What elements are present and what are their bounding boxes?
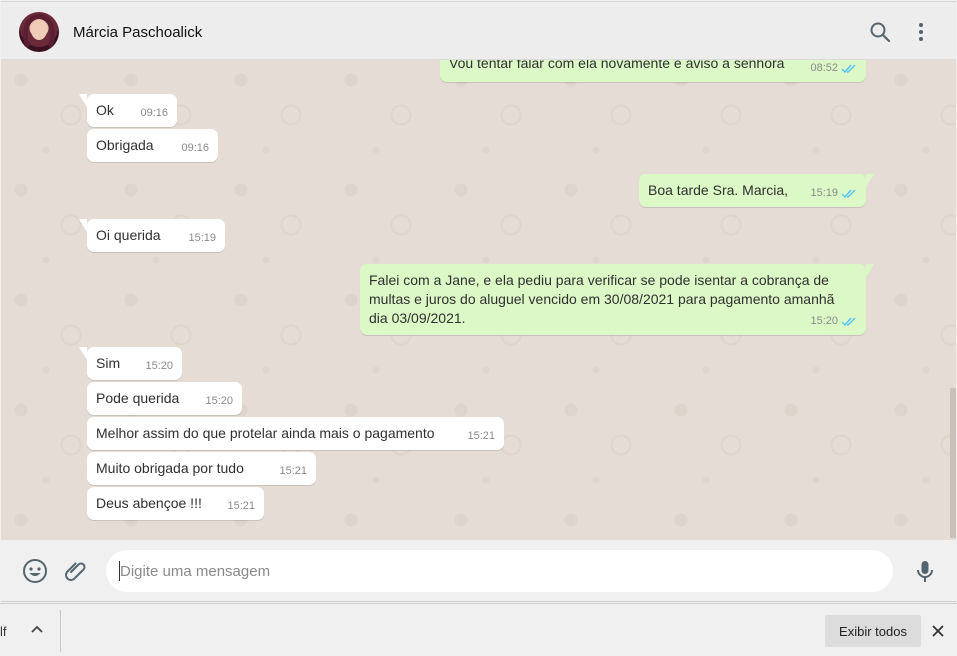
message-time: 15:20 <box>145 360 173 372</box>
double-check-read-icon <box>841 64 856 74</box>
message-incoming[interactable]: Obrigada 09:16 <box>87 129 218 162</box>
message-list[interactable]: Vou tentar falar com ela novamente e avi… <box>1 60 956 540</box>
message-time: 15:20 <box>205 395 233 407</box>
message-incoming[interactable]: Oi querida 15:19 <box>79 219 225 252</box>
message-text: Deus abençoe !!! <box>96 495 202 511</box>
message-time: 09:16 <box>181 142 209 154</box>
message-outgoing[interactable]: Falei com a Jane, e ela pediu para verif… <box>360 264 874 335</box>
contact-avatar[interactable] <box>19 12 59 52</box>
message-input[interactable] <box>106 550 893 592</box>
message-time: 15:21 <box>467 430 495 442</box>
message-meta: 15:19 <box>810 184 857 203</box>
message-time: 15:20 <box>810 315 838 327</box>
whatsapp-window: Márcia Paschoalick Vou tentar falar com … <box>0 0 957 656</box>
message-time: 15:19 <box>810 187 838 199</box>
double-check-read-icon <box>841 317 856 327</box>
message-time: 15:21 <box>227 500 255 512</box>
message-incoming[interactable]: Pode querida 15:20 <box>87 382 242 415</box>
message-text: Muito obrigada por tudo <box>96 460 244 476</box>
close-icon[interactable] <box>930 623 946 639</box>
message-time: 15:19 <box>188 232 216 244</box>
contact-name[interactable]: Márcia Paschoalick <box>73 24 202 41</box>
chevron-up-icon[interactable] <box>30 622 44 636</box>
show-all-downloads-button[interactable]: Exibir todos <box>825 615 921 647</box>
message-time: 15:21 <box>279 465 307 477</box>
emoji-icon[interactable] <box>22 558 48 584</box>
double-check-read-icon <box>841 189 856 199</box>
kebab-menu-icon[interactable] <box>909 20 933 44</box>
paperclip-icon[interactable] <box>63 558 89 584</box>
message-text: Oi querida <box>96 227 161 243</box>
message-composer <box>1 540 956 602</box>
microphone-icon[interactable] <box>912 558 938 584</box>
search-icon[interactable] <box>868 20 892 44</box>
message-incoming[interactable]: Muito obrigada por tudo 15:21 <box>87 452 316 485</box>
message-text: Vou tentar falar com ela novamente e avi… <box>449 60 785 71</box>
message-text: Ok <box>96 102 114 118</box>
message-time: 08:52 <box>810 62 838 74</box>
download-item-filename[interactable]: lf <box>0 624 7 639</box>
downloads-bar: lf Exibir todos <box>0 603 957 656</box>
text-caret <box>119 561 120 581</box>
message-incoming[interactable]: Melhor assim do que protelar ainda mais … <box>87 417 504 450</box>
message-text: Boa tarde Sra. Marcia, <box>648 182 789 198</box>
message-meta: 08:52 <box>810 60 857 78</box>
message-incoming[interactable]: Sim 15:20 <box>79 347 182 380</box>
message-text: Melhor assim do que protelar ainda mais … <box>96 425 435 441</box>
message-outgoing[interactable]: Vou tentar falar com ela novamente e avi… <box>440 60 866 82</box>
message-time: 09:16 <box>140 107 168 119</box>
message-meta: 15:20 <box>810 312 857 331</box>
message-text: Obrigada <box>96 137 154 153</box>
divider <box>60 610 61 652</box>
message-text: Sim <box>96 355 121 371</box>
chat-scrollbar[interactable] <box>950 388 956 538</box>
message-outgoing[interactable]: Boa tarde Sra. Marcia, 15:19 <box>639 174 874 207</box>
message-incoming[interactable]: Deus abençoe !!! 15:21 <box>87 487 264 520</box>
message-text: Falei com a Jane, e ela pediu para verif… <box>369 272 835 326</box>
chat-header: Márcia Paschoalick <box>1 1 956 60</box>
message-text: Pode querida <box>96 390 180 406</box>
message-incoming[interactable]: Ok 09:16 <box>79 94 177 127</box>
